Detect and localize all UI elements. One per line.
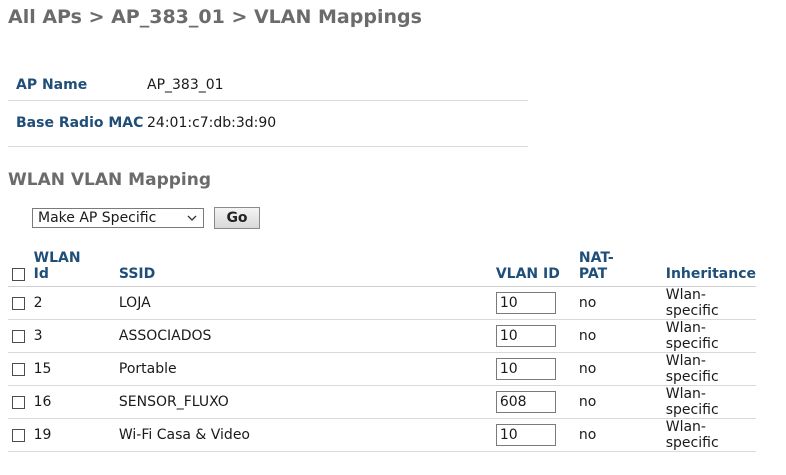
ssid-cell: LOJA [118,286,496,320]
nat-pat-cell: no [578,352,666,386]
go-button[interactable]: Go [214,207,260,229]
mac-value: 24:01:c7:db:3d:90 [147,100,528,147]
vlan-id-cell: 10 [495,286,579,320]
vlan-id-cell: 10 [495,418,579,452]
vlan-id-input[interactable]: 10 [495,292,556,314]
nat-pat-cell: no [578,385,666,419]
ssid-cell: Portable [118,352,496,386]
nat-pat-cell: no [578,286,666,320]
inheritance-cell: Wlan-specific [665,418,756,452]
row-select-cell [8,319,34,353]
table-row: 3 ASSOCIADOS 10 no Wlan-specific [8,319,756,353]
nat-pat-cell: no [578,418,666,452]
select-all-checkbox[interactable] [12,267,25,281]
inheritance-cell: Wlan-specific [665,286,756,320]
row-select-cell [8,418,34,452]
section-title: WLAN VLAN Mapping [8,170,212,190]
vlan-id-input[interactable]: 10 [495,358,556,380]
vlan-id-input[interactable]: 608 [495,391,556,413]
table-row: 2 LOJA 10 no Wlan-specific [8,286,756,320]
page-title: All APs > AP_383_01 > VLAN Mappings [8,6,422,28]
mac-label: Base Radio MAC [8,100,147,147]
dropdown-value: Make AP Specific [38,210,157,226]
ap-name-value: AP_383_01 [147,70,528,101]
ssid-cell: SENSOR_FLUXO [118,385,496,419]
row-select-cell [8,385,34,419]
row-checkbox[interactable] [12,296,25,310]
header-ssid: SSID [118,250,496,287]
ssid-cell: Wi-Fi Casa & Video [118,418,496,452]
row-checkbox[interactable] [12,329,25,343]
header-vlan-id: VLAN ID [495,250,579,287]
wlan-vlan-table: WLAN Id SSID VLAN ID NAT-PAT Inheritance… [8,250,756,452]
wlan-id-cell: 15 [33,352,119,386]
inheritance-cell: Wlan-specific [665,352,756,386]
table-row: 19 Wi-Fi Casa & Video 10 no Wlan-specifi… [8,418,756,452]
vlan-id-cell: 10 [495,319,579,353]
nat-pat-cell: no [578,319,666,353]
header-select-cell [8,250,34,287]
row-checkbox[interactable] [12,362,25,376]
wlan-id-cell: 16 [33,385,119,419]
ap-info-table: AP Name AP_383_01 Base Radio MAC 24:01:c… [8,70,528,147]
action-dropdown[interactable]: Make AP Specific [32,208,204,228]
row-checkbox[interactable] [12,395,25,409]
row-checkbox[interactable] [12,428,25,442]
vlan-id-input[interactable]: 10 [495,424,556,446]
row-select-cell [8,286,34,320]
wlan-id-cell: 3 [33,319,119,353]
vlan-id-input[interactable]: 10 [495,325,556,347]
vlan-id-cell: 608 [495,385,579,419]
table-row: 16 SENSOR_FLUXO 608 no Wlan-specific [8,385,756,419]
table-row: 15 Portable 10 no Wlan-specific [8,352,756,386]
vlan-id-cell: 10 [495,352,579,386]
row-select-cell [8,352,34,386]
chevron-down-icon [187,211,197,230]
ap-name-label: AP Name [8,70,147,101]
header-wlan-id: WLAN Id [33,250,119,287]
ap-name-row: AP Name AP_383_01 [8,70,528,101]
header-nat-pat: NAT-PAT [578,250,666,287]
mac-row: Base Radio MAC 24:01:c7:db:3d:90 [8,100,528,147]
wlan-id-cell: 19 [33,418,119,452]
inheritance-cell: Wlan-specific [665,319,756,353]
header-inheritance: Inheritance [665,250,756,287]
table-header-row: WLAN Id SSID VLAN ID NAT-PAT Inheritance [8,250,756,287]
ssid-cell: ASSOCIADOS [118,319,496,353]
inheritance-cell: Wlan-specific [665,385,756,419]
wlan-id-cell: 2 [33,286,119,320]
